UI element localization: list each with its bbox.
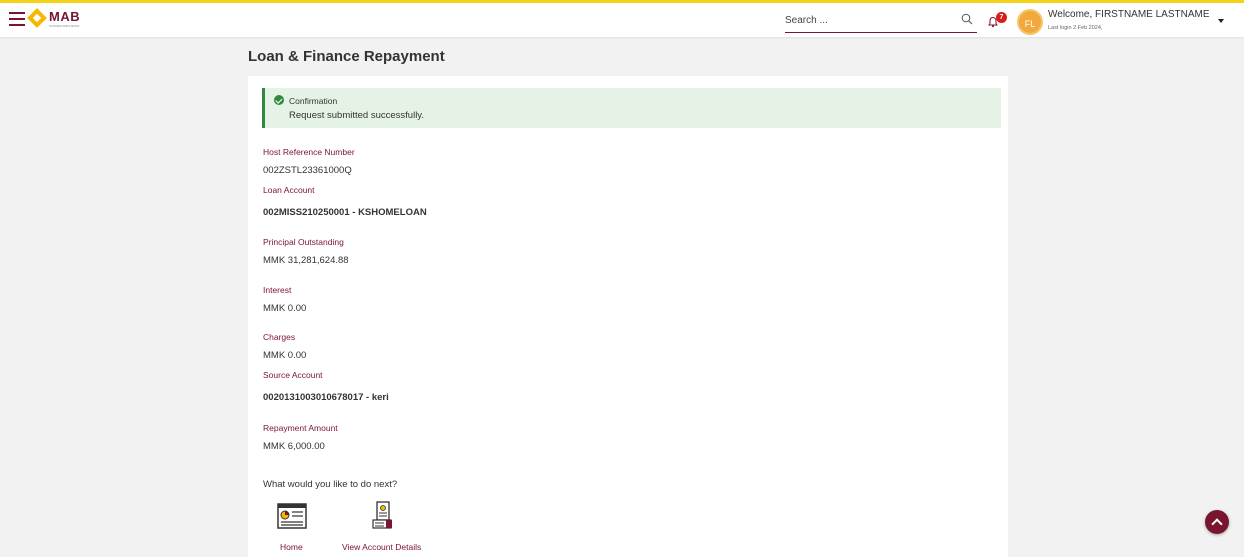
confirmation-banner: Confirmation Request submitted successfu… (262, 88, 1001, 128)
last-login-text: Last login 2 Feb 2024, (1048, 25, 1103, 31)
check-circle-icon (274, 95, 284, 105)
logo[interactable]: MAB MYANMA APEX BANK (27, 8, 88, 32)
search-box (785, 9, 977, 33)
notification-count-badge: 7 (996, 12, 1007, 23)
page-title: Loan & Finance Repayment (248, 48, 445, 65)
account-details-icon (368, 500, 400, 532)
welcome-text: Welcome, FIRSTNAME LASTNAME (1048, 9, 1210, 20)
notifications-button[interactable]: 7 (987, 12, 1007, 30)
home-action-label: Home (280, 542, 303, 552)
charges-label: Charges (263, 332, 296, 342)
top-bar: MAB MYANMA APEX BANK 7 FL Welcome, FIRST… (0, 0, 1244, 37)
search-icon[interactable] (961, 13, 973, 25)
repayment-amount-label: Repayment Amount (263, 423, 338, 433)
principal-outstanding-label: Principal Outstanding (263, 237, 344, 247)
source-account-label: Source Account (263, 370, 323, 380)
avatar[interactable]: FL (1017, 9, 1043, 35)
view-account-details-label: View Account Details (342, 542, 422, 552)
scroll-to-top-button[interactable] (1205, 510, 1229, 534)
repayment-amount-value: MMK 6,000.00 (263, 441, 325, 452)
menu-icon[interactable] (9, 12, 25, 26)
logo-tagline: MYANMA APEX BANK (49, 24, 80, 28)
charges-value: MMK 0.00 (263, 350, 307, 361)
search-input[interactable] (785, 9, 950, 31)
host-reference-label: Host Reference Number (263, 147, 355, 157)
confirmation-panel: Confirmation Request submitted successfu… (248, 76, 1008, 557)
chevron-down-icon[interactable] (1218, 19, 1224, 23)
interest-label: Interest (263, 285, 292, 295)
loan-account-label: Loan Account (263, 185, 315, 195)
next-steps-question: What would you like to do next? (263, 479, 398, 490)
principal-outstanding-value: MMK 31,281,624.88 (263, 255, 349, 266)
confirmation-title: Confirmation (289, 96, 338, 106)
view-account-details-action[interactable]: View Account Details (342, 500, 421, 552)
host-reference-value: 002ZSTL23361000Q (263, 165, 352, 176)
source-account-value: 0020131003010678017 - keri (263, 392, 389, 403)
loan-account-value: 002MISS210250001 - KSHOMELOAN (263, 207, 427, 218)
home-action[interactable]: Home (276, 500, 308, 552)
interest-value: MMK 0.00 (263, 303, 307, 314)
logo-brand: MAB (49, 9, 81, 24)
confirmation-message: Request submitted successfully. (289, 110, 424, 121)
home-dashboard-icon (276, 500, 308, 532)
logo-mark (27, 8, 47, 28)
